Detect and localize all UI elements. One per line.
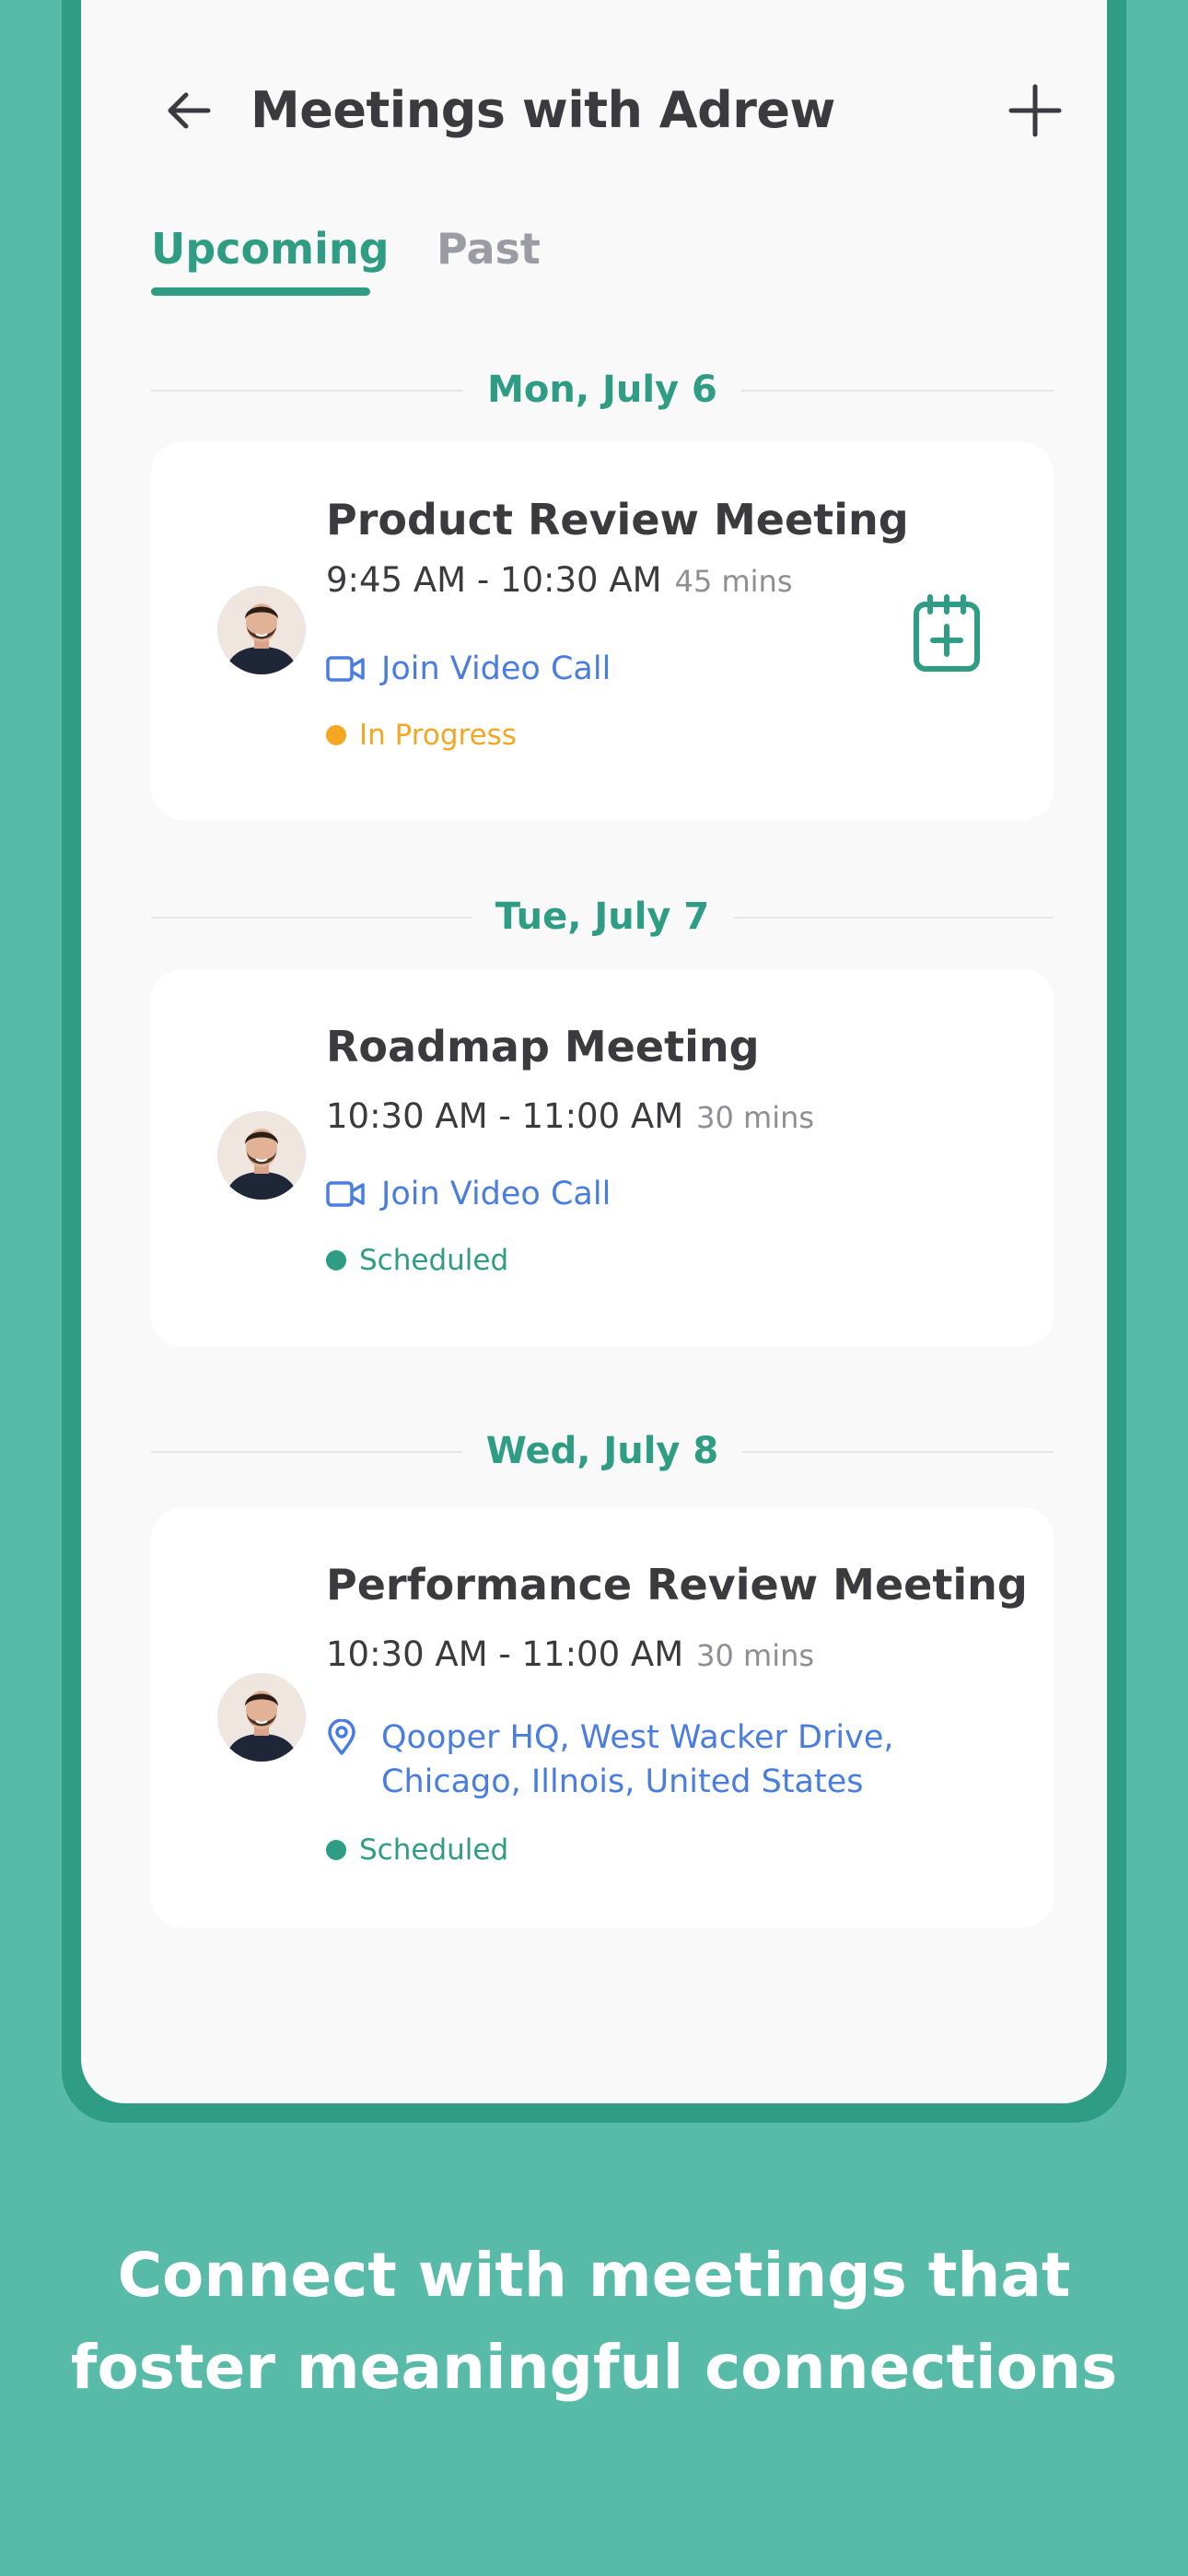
time-range: 10:30 AM - 11:00 AM: [326, 1096, 684, 1136]
caption-line-1: Connect with meetings that: [117, 2240, 1071, 2311]
tab-upcoming[interactable]: Upcoming: [151, 223, 390, 275]
status-badge: Scheduled: [326, 1832, 508, 1868]
tab-past[interactable]: Past: [437, 223, 541, 275]
join-video-call-link[interactable]: Join Video Call: [326, 647, 611, 691]
link-label: Join Video Call: [381, 1176, 611, 1212]
date-label: Mon, July 6: [463, 367, 741, 413]
time-range: 9:45 AM - 10:30 AM: [326, 560, 662, 600]
status-badge: In Progress: [326, 717, 517, 754]
meeting-time: 10:30 AM - 11:00 AM 30 mins: [326, 1633, 814, 1678]
address-line-2: Chicago, Illnois, United States: [381, 1763, 864, 1800]
meeting-card[interactable]: Performance Review Meeting 10:30 AM - 11…: [151, 1507, 1054, 1927]
meeting-card[interactable]: Product Review Meeting 9:45 AM - 10:30 A…: [151, 442, 1054, 820]
video-camera-icon: [326, 647, 367, 691]
avatar: [217, 1673, 306, 1762]
plus-icon: [1008, 84, 1062, 137]
date-label: Tue, July 7: [471, 894, 734, 940]
status-label: In Progress: [359, 719, 517, 752]
marketing-caption: Connect with meetings that foster meanin…: [0, 2230, 1188, 2414]
meeting-card[interactable]: Roadmap Meeting 10:30 AM - 11:00 AM 30 mi…: [151, 969, 1054, 1347]
date-divider: Mon, July 6: [151, 367, 1054, 413]
meeting-time: 10:30 AM - 11:00 AM 30 mins: [326, 1095, 814, 1140]
join-video-call-link[interactable]: Join Video Call: [326, 1172, 611, 1216]
time-range: 10:30 AM - 11:00 AM: [326, 1634, 684, 1674]
arrow-left-icon: [168, 92, 211, 129]
video-camera-icon: [326, 1172, 367, 1216]
location-address: Qooper HQ, West Wacker Drive, Chicago, I…: [381, 1715, 894, 1804]
back-button[interactable]: [162, 83, 217, 138]
date-label: Wed, July 8: [461, 1428, 743, 1474]
meeting-title: Performance Review Meeting: [326, 1560, 1028, 1610]
link-label: Join Video Call: [381, 650, 611, 687]
app-screen: Meetings with Adrew Upcoming Past Mon, J…: [81, 0, 1107, 2103]
meeting-title: Roadmap Meeting: [326, 1022, 760, 1071]
phone-frame: Meetings with Adrew Upcoming Past Mon, J…: [62, 0, 1126, 2123]
add-to-calendar-button[interactable]: [912, 593, 982, 673]
page-title: Meetings with Adrew: [250, 81, 835, 139]
meeting-duration: 30 mins: [696, 1100, 815, 1135]
status-dot: [326, 1250, 346, 1270]
status-label: Scheduled: [359, 1833, 509, 1867]
avatar: [217, 1111, 306, 1200]
date-divider: Tue, July 7: [151, 894, 1054, 940]
meeting-duration: 45 mins: [674, 564, 793, 599]
meeting-title: Product Review Meeting: [326, 495, 909, 544]
meeting-time: 9:45 AM - 10:30 AM 45 mins: [326, 558, 793, 603]
meeting-duration: 30 mins: [696, 1638, 815, 1673]
active-tab-indicator: [151, 287, 370, 296]
status-badge: Scheduled: [326, 1242, 508, 1279]
caption-line-2: foster meaningful connections: [70, 2332, 1118, 2403]
avatar: [217, 586, 306, 674]
status-dot: [326, 1840, 346, 1860]
date-divider: Wed, July 8: [151, 1428, 1054, 1474]
location-pin-icon: [326, 1715, 367, 1760]
status-dot: [326, 725, 346, 745]
calendar-add-icon: [914, 594, 980, 672]
address-line-1: Qooper HQ, West Wacker Drive,: [381, 1719, 894, 1756]
location-link[interactable]: Qooper HQ, West Wacker Drive, Chicago, I…: [326, 1715, 894, 1804]
status-label: Scheduled: [359, 1244, 509, 1277]
add-meeting-button[interactable]: [1006, 81, 1065, 140]
